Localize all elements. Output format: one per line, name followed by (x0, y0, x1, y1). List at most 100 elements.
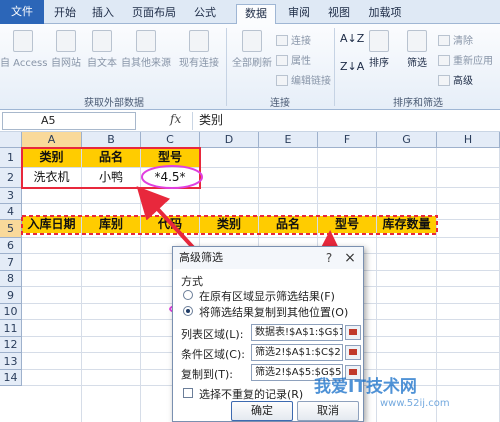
row-header-1[interactable]: 1 (0, 148, 22, 168)
list-range-input[interactable]: 数据表!$A$1:$G$16 (251, 324, 343, 341)
copy-to-input[interactable]: 筛选2!$A$5:$G$5 (251, 364, 343, 381)
sort-descending-icon[interactable]: Z↓A (340, 60, 364, 73)
help-icon[interactable]: ? (321, 249, 337, 267)
radio-copy-to-location[interactable] (183, 306, 193, 316)
fx-icon[interactable]: fx (170, 112, 181, 126)
column-header-c[interactable]: C (141, 132, 200, 148)
column-header-a[interactable]: A (22, 132, 82, 148)
row-header-12[interactable]: 12 (0, 337, 22, 353)
row-header-14[interactable]: 14 (0, 370, 22, 386)
row-header-9[interactable]: 9 (0, 287, 22, 304)
clear-filter-icon (438, 35, 450, 46)
cell-e5[interactable]: 品名 (259, 216, 317, 233)
select-all-corner[interactable] (0, 132, 22, 148)
filter-label: 筛选 (407, 58, 427, 69)
advanced-filter-dialog: 高级筛选 ? × 方式 在原有区域显示筛选结果(F) 将筛选结果复制到其他位置(… (172, 246, 364, 422)
cell-b2[interactable]: 小鸭 (82, 168, 140, 187)
column-header-g[interactable]: G (377, 132, 437, 148)
sort-icon (369, 30, 389, 52)
row-header-4[interactable]: 4 (0, 204, 22, 220)
cell-a2[interactable]: 洗衣机 (22, 168, 81, 187)
cell-g5[interactable]: 库存数量 (377, 216, 436, 233)
cell-c5[interactable]: 代码 (141, 216, 199, 233)
group-label-get-external-data: 获取外部数据 (84, 98, 144, 109)
close-icon[interactable]: × (341, 249, 359, 267)
advanced-label: 高级 (453, 76, 473, 87)
column-header-e[interactable]: E (259, 132, 318, 148)
unique-records-checkbox[interactable] (183, 388, 193, 398)
name-box[interactable]: A5 (2, 112, 136, 130)
row-header-5[interactable]: 5 (0, 220, 22, 238)
tab-data[interactable]: 数据 (236, 4, 276, 25)
from-text-button[interactable]: 自文本 (84, 30, 120, 69)
tab-page-layout[interactable]: 页面布局 (124, 4, 184, 24)
properties-icon (276, 55, 288, 66)
reapply-label: 重新应用 (453, 56, 493, 67)
option-filter-in-place-label[interactable]: 在原有区域显示筛选结果(F) (199, 288, 335, 304)
cell-c1[interactable]: 型号 (141, 148, 199, 167)
criteria-range-input[interactable]: 筛选2!$A$1:$C$2 (251, 344, 343, 361)
unique-records-label[interactable]: 选择不重复的记录(R) (199, 386, 303, 402)
row-header-2[interactable]: 2 (0, 168, 22, 188)
sort-ascending-icon[interactable]: A↓Z (340, 32, 364, 45)
sort-button[interactable]: 排序 (362, 30, 396, 69)
text-file-icon (92, 30, 112, 52)
cell-a1[interactable]: 类别 (22, 148, 81, 167)
radio-filter-in-place[interactable] (183, 290, 193, 300)
group-label-sort-filter: 排序和筛选 (393, 98, 443, 109)
group-separator (334, 28, 335, 106)
filter-button[interactable]: 筛选 (400, 30, 434, 69)
range-selector-icon[interactable] (345, 325, 361, 340)
column-header-d[interactable]: D (200, 132, 259, 148)
reapply-icon (438, 55, 450, 66)
funnel-icon (407, 30, 427, 52)
range-selector-icon[interactable] (345, 345, 361, 360)
formula-input[interactable]: 类别 (192, 112, 498, 130)
from-web-button[interactable]: 自网站 (48, 30, 84, 69)
tab-review[interactable]: 审阅 (282, 4, 316, 24)
cell-b1[interactable]: 品名 (82, 148, 140, 167)
tab-insert[interactable]: 插入 (86, 4, 120, 24)
row-header-11[interactable]: 11 (0, 320, 22, 337)
edit-links-icon (276, 75, 288, 86)
tab-home[interactable]: 开始 (48, 4, 82, 24)
from-other-sources-button[interactable]: 自其他来源 (120, 30, 172, 69)
from-access-button[interactable]: 自 Access (0, 30, 47, 69)
row-header-3[interactable]: 3 (0, 188, 22, 204)
cell-b5[interactable]: 库别 (82, 216, 140, 233)
cancel-button[interactable]: 取消 (297, 401, 359, 421)
refresh-all-button[interactable]: 全部刷新 (230, 30, 274, 69)
row-header-6[interactable]: 6 (0, 238, 22, 254)
range-selector-icon[interactable] (345, 365, 361, 380)
advanced-filter-button[interactable]: 高级 (438, 72, 473, 87)
group-label-connections: 连接 (270, 98, 290, 109)
from-other-sources-label: 自其他来源 (121, 58, 171, 69)
column-header-b[interactable]: B (82, 132, 141, 148)
web-icon (56, 30, 76, 52)
row-header-10[interactable]: 10 (0, 304, 22, 320)
connections-button[interactable]: 连接 (276, 32, 311, 47)
tab-file[interactable]: 文件 (0, 0, 44, 24)
tab-view[interactable]: 视图 (322, 4, 356, 24)
tab-formulas[interactable]: 公式 (188, 4, 222, 24)
edit-links-button[interactable]: 编辑链接 (276, 72, 331, 87)
existing-connections-button[interactable]: 现有连接 (176, 30, 222, 69)
reapply-button[interactable]: 重新应用 (438, 52, 493, 67)
ribbon: 自 Access 自网站 自文本 自其他来源 现有连接 获取外部数据 全部刷新 … (0, 24, 500, 110)
cell-d5[interactable]: 类别 (200, 216, 258, 233)
row-header-13[interactable]: 13 (0, 353, 22, 370)
ok-button[interactable]: 确定 (231, 401, 293, 421)
column-header-f[interactable]: F (318, 132, 377, 148)
properties-button[interactable]: 属性 (276, 52, 311, 67)
row-header-8[interactable]: 8 (0, 271, 22, 287)
option-copy-to-location-label[interactable]: 将筛选结果复制到其他位置(O) (199, 304, 348, 320)
tab-addins[interactable]: 加载项 (362, 4, 408, 24)
cell-c2[interactable]: *4.5* (141, 168, 199, 187)
row-header-7[interactable]: 7 (0, 254, 22, 271)
cell-f5[interactable]: 型号 (318, 216, 376, 233)
clear-filter-button[interactable]: 清除 (438, 32, 473, 47)
column-header-h[interactable]: H (437, 132, 500, 148)
formula-bar: A5 fx 类别 (0, 110, 500, 132)
cell-a5[interactable]: 入库日期 (22, 216, 81, 233)
connections-icon (276, 35, 288, 46)
